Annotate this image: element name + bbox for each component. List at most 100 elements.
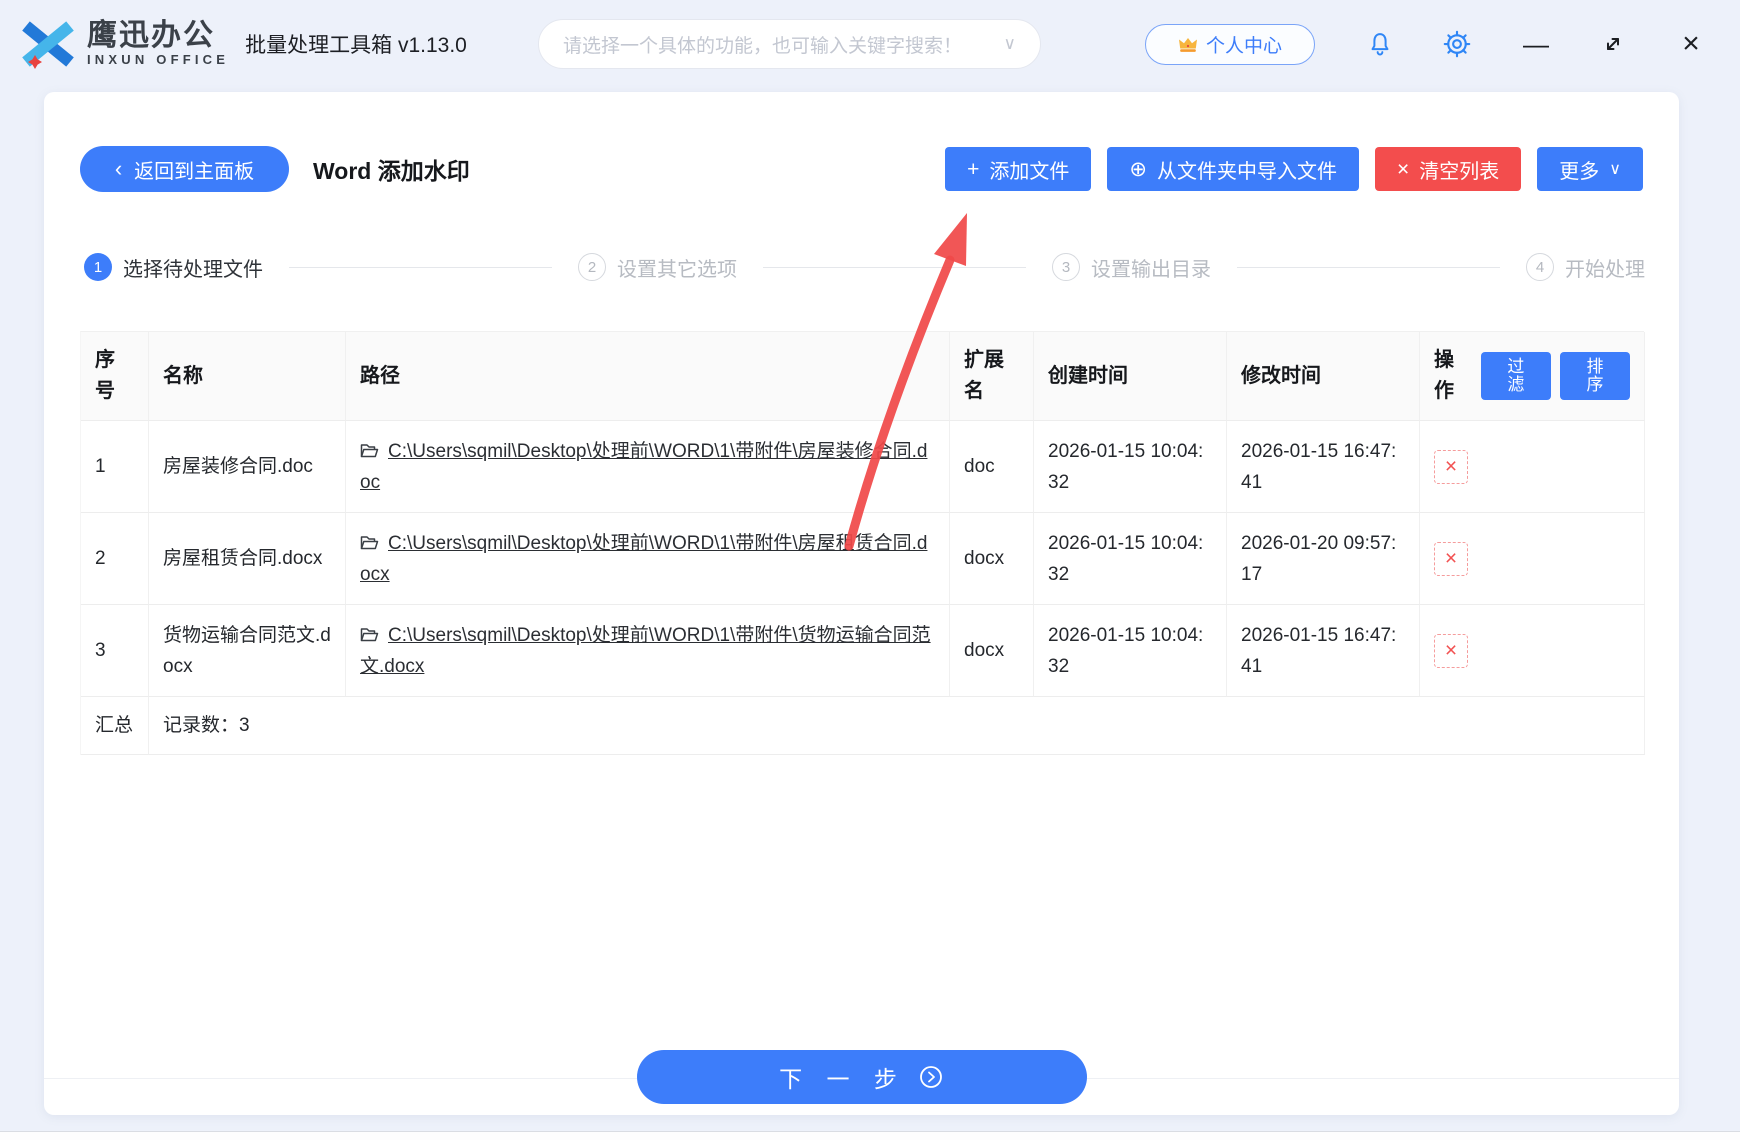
step-3-output-dir: 3 设置输出目录 — [1052, 253, 1211, 282]
step-number: 1 — [84, 253, 112, 281]
cross-icon: × — [1445, 547, 1457, 571]
bell-icon — [1366, 30, 1394, 58]
add-files-label: 添加文件 — [989, 155, 1069, 184]
plus-icon: + — [967, 159, 979, 180]
import-from-folder-label: 从文件夹中导入文件 — [1157, 155, 1337, 184]
brand-name-en: INXUN OFFICE — [87, 52, 229, 68]
brand: 鹰迅办公 INXUN OFFICE — [18, 18, 229, 70]
delete-row-button[interactable]: × — [1434, 634, 1468, 668]
filter-button[interactable]: 过 滤 — [1481, 352, 1551, 400]
created-time: 2026-01-15 10:04:32 — [1034, 421, 1227, 513]
next-step-button[interactable]: 下 一 步 — [637, 1050, 1087, 1104]
folder-open-icon — [360, 443, 379, 459]
col-header-modified: 修改时间 — [1227, 332, 1420, 421]
gear-icon — [1442, 29, 1472, 59]
clear-list-button[interactable]: × 清空列表 — [1375, 147, 1521, 191]
step-number: 2 — [578, 253, 606, 281]
row-actions: × — [1420, 513, 1645, 605]
col-header-actions: 操作 过 滤 排 序 — [1420, 332, 1645, 421]
col-header-path: 路径 — [346, 332, 950, 421]
col-header-ext: 扩展名 — [950, 332, 1034, 421]
step-2-options: 2 设置其它选项 — [578, 253, 737, 282]
file-path-link[interactable]: C:\Users\sqmil\Desktop\处理前\WORD\1\带附件\房屋… — [360, 533, 927, 585]
file-name: 房屋装修合同.doc — [149, 421, 346, 513]
file-ext: docx — [950, 605, 1034, 697]
add-files-button[interactable]: + 添加文件 — [945, 147, 1091, 191]
summary-label: 汇总 — [81, 697, 149, 755]
crown-icon — [1178, 37, 1198, 53]
circle-arrow-right-icon — [918, 1064, 944, 1090]
folder-open-icon — [360, 627, 379, 643]
file-name: 房屋租赁合同.docx — [149, 513, 346, 605]
step-label: 开始处理 — [1565, 253, 1645, 282]
step-connector — [289, 267, 552, 268]
window-close-button[interactable]: × — [1671, 24, 1711, 64]
window-bottom-edge — [0, 1131, 1740, 1140]
delete-row-button[interactable]: × — [1434, 542, 1468, 576]
created-time: 2026-01-15 10:04:32 — [1034, 605, 1227, 697]
row-actions: × — [1420, 421, 1645, 513]
step-label: 设置其它选项 — [617, 253, 737, 282]
cross-icon: × — [1397, 159, 1409, 180]
main-panel: ‹ 返回到主面板 Word 添加水印 + 添加文件 ⊕ 从文件夹中导入文件 × … — [44, 92, 1679, 1115]
file-path-link[interactable]: C:\Users\sqmil\Desktop\处理前\WORD\1\带附件\房屋… — [360, 441, 927, 493]
step-label: 选择待处理文件 — [123, 253, 263, 282]
window-minimize-button[interactable]: — — [1516, 24, 1556, 64]
chevron-down-icon: ∨ — [1004, 34, 1016, 54]
col-header-index: 序号 — [81, 332, 149, 421]
file-table: 序号 名称 路径 扩展名 创建时间 修改时间 操作 过 滤 排 序 1 房屋装修… — [80, 331, 1644, 755]
step-connector — [763, 267, 1026, 268]
delete-row-button[interactable]: × — [1434, 450, 1468, 484]
window-maximize-button[interactable] — [1593, 24, 1633, 64]
file-path-link[interactable]: C:\Users\sqmil\Desktop\处理前\WORD\1\带附件\货物… — [360, 625, 931, 677]
close-icon: × — [1682, 29, 1700, 59]
file-name: 货物运输合同范文.docx — [149, 605, 346, 697]
file-ext: doc — [950, 421, 1034, 513]
col-header-name: 名称 — [149, 332, 346, 421]
user-center-label: 个人中心 — [1206, 31, 1282, 58]
step-number: 3 — [1052, 253, 1080, 281]
search-placeholder: 请选择一个具体的功能，也可输入关键字搜索！ — [563, 31, 962, 58]
clear-list-label: 清空列表 — [1419, 155, 1499, 184]
row-index: 1 — [81, 421, 149, 513]
step-connector — [1237, 267, 1500, 268]
back-to-dashboard-button[interactable]: ‹ 返回到主面板 — [80, 146, 289, 192]
step-indicator: 1 选择待处理文件 2 设置其它选项 3 设置输出目录 4 开始处理 — [84, 253, 1645, 281]
row-actions: × — [1420, 605, 1645, 697]
row-index: 3 — [81, 605, 149, 697]
toolbar: ‹ 返回到主面板 Word 添加水印 + 添加文件 ⊕ 从文件夹中导入文件 × … — [80, 146, 1643, 192]
notifications-button[interactable] — [1362, 26, 1398, 62]
maximize-icon — [1601, 32, 1625, 56]
file-path-cell: C:\Users\sqmil\Desktop\处理前\WORD\1\带附件\房屋… — [346, 421, 950, 513]
step-label: 设置输出目录 — [1091, 253, 1211, 282]
function-search-select[interactable]: 请选择一个具体的功能，也可输入关键字搜索！ ∨ — [538, 19, 1041, 69]
summary-record-count: 记录数：3 — [149, 697, 1645, 755]
brand-name: 鹰迅办公 — [87, 20, 229, 52]
created-time: 2026-01-15 10:04:32 — [1034, 513, 1227, 605]
titlebar: 鹰迅办公 INXUN OFFICE 批量处理工具箱 v1.13.0 请选择一个具… — [0, 0, 1740, 88]
row-index: 2 — [81, 513, 149, 605]
modified-time: 2026-01-15 16:47:41 — [1227, 421, 1420, 513]
step-number: 4 — [1526, 253, 1554, 281]
settings-button[interactable] — [1439, 26, 1475, 62]
step-4-start: 4 开始处理 — [1526, 253, 1645, 282]
actions-header-label: 操作 — [1434, 345, 1472, 407]
folder-open-icon — [360, 535, 379, 551]
modified-time: 2026-01-20 09:57:17 — [1227, 513, 1420, 605]
file-path-cell: C:\Users\sqmil\Desktop\处理前\WORD\1\带附件\房屋… — [346, 513, 950, 605]
circle-plus-icon: ⊕ — [1129, 159, 1147, 180]
next-step-label: 下 一 步 — [779, 1060, 906, 1094]
import-from-folder-button[interactable]: ⊕ 从文件夹中导入文件 — [1107, 147, 1359, 191]
step-1-select-files: 1 选择待处理文件 — [84, 253, 263, 282]
cross-icon: × — [1445, 639, 1457, 663]
modified-time: 2026-01-15 16:47:41 — [1227, 605, 1420, 697]
cross-icon: × — [1445, 455, 1457, 479]
user-center-button[interactable]: 个人中心 — [1145, 24, 1315, 65]
more-button[interactable]: 更多 ∨ — [1537, 147, 1643, 191]
back-button-label: 返回到主面板 — [134, 155, 254, 184]
page-title: Word 添加水印 — [313, 152, 470, 186]
sort-button[interactable]: 排 序 — [1560, 352, 1630, 400]
minimize-icon: — — [1523, 29, 1549, 60]
chevron-left-icon: ‹ — [115, 159, 122, 179]
file-ext: docx — [950, 513, 1034, 605]
